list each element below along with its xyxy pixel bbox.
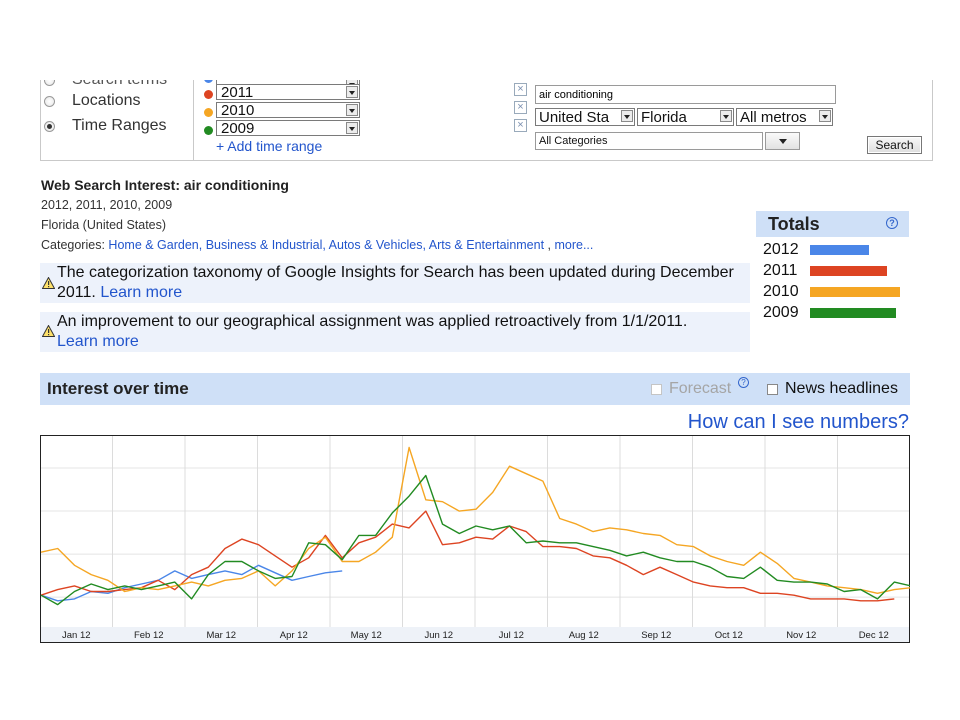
country-value: United Sta bbox=[539, 109, 610, 126]
results-location: Florida (United States) bbox=[41, 218, 167, 232]
total-bar-2010 bbox=[810, 287, 900, 297]
region-value: Florida bbox=[641, 109, 687, 126]
year-select-2010[interactable]: 2010 bbox=[216, 102, 360, 118]
learn-more-link[interactable]: Learn more bbox=[100, 284, 182, 301]
interest-line-chart: Jan 12 Feb 12 Mar 12 Apr 12 May 12 Jun 12 Jul … bbox=[40, 435, 910, 643]
add-time-range-link[interactable]: + Add time range bbox=[216, 138, 322, 154]
dropdown-arrow-icon bbox=[621, 110, 633, 122]
total-label-2010: 2010 bbox=[763, 283, 799, 300]
region-select[interactable]: Florida bbox=[637, 108, 734, 126]
news-headlines-label: News headlines bbox=[785, 380, 898, 397]
results-categories: Categories: Home & Garden, Business & In… bbox=[41, 238, 594, 252]
dropdown-arrow-icon bbox=[346, 104, 358, 116]
total-bar-2012 bbox=[810, 245, 869, 255]
total-label-2009: 2009 bbox=[763, 304, 799, 321]
dropdown-arrow-icon bbox=[346, 122, 358, 134]
how-see-numbers-link[interactable]: How can I see numbers? bbox=[688, 411, 909, 434]
year-select-2011[interactable]: 2011 bbox=[216, 84, 360, 100]
x-tick-label: Jun 12 bbox=[424, 630, 453, 641]
x-tick-label: Feb 12 bbox=[134, 630, 164, 641]
warning-icon bbox=[42, 277, 55, 289]
total-bar-2009 bbox=[810, 308, 896, 318]
help-icon[interactable]: ? bbox=[738, 377, 749, 388]
notice-taxonomy: The categorization taxonomy of Google In… bbox=[40, 263, 750, 303]
color-dot bbox=[204, 80, 213, 83]
learn-more-link[interactable]: Learn more bbox=[57, 333, 139, 350]
year-value: 2010 bbox=[221, 102, 255, 119]
x-tick-label: Sep 12 bbox=[641, 630, 671, 641]
year-value: 2011 bbox=[221, 84, 254, 101]
radio-label: Search terms bbox=[72, 80, 167, 89]
dropdown-arrow-icon bbox=[346, 86, 358, 98]
radio-button[interactable] bbox=[44, 80, 55, 86]
color-dot-2011 bbox=[204, 90, 213, 99]
category-dropdown-button[interactable] bbox=[765, 132, 800, 150]
dropdown-arrow-icon bbox=[720, 110, 732, 122]
total-bar-2011 bbox=[810, 266, 887, 276]
x-tick-label: May 12 bbox=[351, 630, 382, 641]
x-tick-label: Apr 12 bbox=[280, 630, 308, 641]
categories-label: Categories: bbox=[41, 238, 105, 252]
metro-value: All metros bbox=[740, 109, 807, 126]
search-button[interactable]: Search bbox=[867, 136, 922, 154]
radio-label: Locations bbox=[72, 92, 141, 109]
dropdown-arrow-icon bbox=[819, 110, 831, 122]
radio-button[interactable] bbox=[44, 95, 55, 107]
radio-label: Time Ranges bbox=[72, 117, 167, 134]
more-categories-link[interactable]: more... bbox=[554, 238, 593, 252]
radio-button-selected[interactable] bbox=[44, 120, 55, 132]
notice-text: An improvement to our geographical assig… bbox=[57, 313, 688, 330]
country-select[interactable]: United Sta bbox=[535, 108, 635, 126]
search-term-input[interactable]: air conditioning bbox=[535, 85, 836, 104]
x-tick-label: Jul 12 bbox=[499, 630, 524, 641]
notice-geo: An improvement to our geographical assig… bbox=[40, 312, 750, 352]
results-title: Web Search Interest: air conditioning bbox=[41, 177, 289, 193]
x-tick-label: Mar 12 bbox=[206, 630, 236, 641]
forecast-label: Forecast bbox=[669, 380, 732, 397]
compare-option-search-terms[interactable]: Search terms bbox=[44, 80, 167, 89]
remove-x-icon[interactable]: × bbox=[514, 119, 527, 132]
metro-select[interactable]: All metros bbox=[736, 108, 833, 126]
news-headlines-checkbox[interactable] bbox=[767, 384, 778, 395]
compare-option-time-ranges[interactable]: Time Ranges bbox=[44, 117, 167, 135]
results-years: 2012, 2011, 2010, 2009 bbox=[41, 198, 173, 212]
remove-x-icon[interactable]: × bbox=[514, 101, 527, 114]
total-label-2012: 2012 bbox=[763, 241, 799, 258]
total-label-2011: 2011 bbox=[763, 262, 798, 279]
category-links[interactable]: Home & Garden, Business & Industrial, Au… bbox=[108, 238, 544, 252]
forecast-checkbox[interactable] bbox=[651, 384, 662, 395]
help-icon[interactable]: ? bbox=[886, 217, 898, 229]
year-select-2009[interactable]: 2009 bbox=[216, 120, 360, 136]
section-title: Interest over time bbox=[47, 379, 189, 398]
x-tick-label: Nov 12 bbox=[786, 630, 816, 641]
column-divider bbox=[193, 80, 194, 160]
x-tick-label: Dec 12 bbox=[859, 630, 889, 641]
color-dot-2009 bbox=[204, 126, 213, 135]
query-panel: Search terms Locations Time Ranges 2011 … bbox=[40, 80, 933, 161]
category-select[interactable]: All Categories bbox=[535, 132, 763, 150]
x-tick-label: Aug 12 bbox=[569, 630, 599, 641]
year-value: 2009 bbox=[221, 120, 255, 137]
x-tick-label: Jan 12 bbox=[62, 630, 91, 641]
compare-option-locations[interactable]: Locations bbox=[44, 92, 141, 110]
remove-x-icon[interactable]: × bbox=[514, 83, 527, 96]
x-tick-label: Oct 12 bbox=[715, 630, 743, 641]
warning-icon bbox=[42, 325, 55, 337]
color-dot-2010 bbox=[204, 108, 213, 117]
